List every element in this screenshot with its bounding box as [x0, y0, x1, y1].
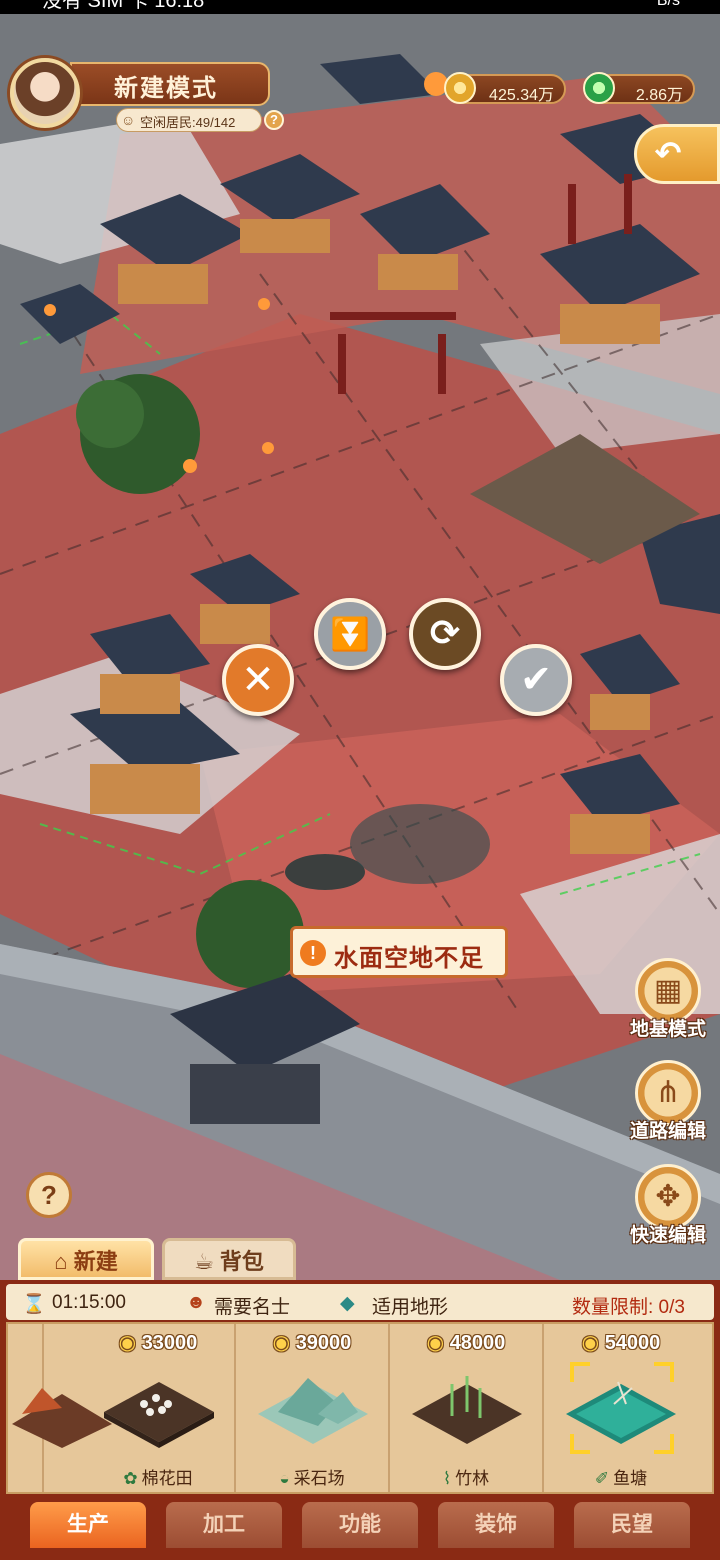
residents-help-button[interactable]: ? [264, 110, 284, 130]
building-price: 48000 [449, 1332, 506, 1354]
coin-icon: ◉ [581, 1332, 600, 1354]
cotton-icon: ✿ [123, 1469, 138, 1488]
help-button[interactable]: ? [26, 1172, 72, 1218]
quick-edit-label: 快速编辑 [629, 1225, 706, 1246]
hourglass-icon: ⌛ [22, 1294, 46, 1315]
building-card-bamboo-forest[interactable]: ◉ 48000 ⌇ 竹林 [390, 1324, 544, 1492]
tab-processing[interactable]: 加工 [166, 1502, 282, 1548]
status-bar: 没有 SIM 卡 16:18 B/s [0, 0, 720, 14]
bamboo-forest-tile [412, 1376, 522, 1444]
building-price: 54000 [604, 1332, 661, 1354]
building-list: 000 场 ◉ 33000 ✿棉花田 ◉ 39000 ◒采石场 ◉ 48000 … [6, 1322, 714, 1494]
coin-icon: ◉ [118, 1332, 137, 1354]
mode-title: 新建模式 [114, 75, 218, 102]
quarry-tile [258, 1378, 368, 1444]
coin-value: 425.34万 [489, 87, 554, 104]
foundation-mode-button[interactable]: ▦ 地基模式 [626, 958, 710, 1041]
bamboo-icon: ⌇ [442, 1469, 452, 1488]
building-price: 33000 [141, 1332, 198, 1354]
tab-decoration[interactable]: 装饰 [438, 1502, 554, 1548]
cancel-placement-button[interactable]: ✕ [222, 644, 294, 716]
tab-new-label: 新建 [73, 1249, 118, 1274]
jade-value: 2.86万 [635, 87, 683, 104]
rotate-building-button[interactable]: ⟳ [409, 598, 481, 670]
jade-balance: 2.86万 [583, 72, 695, 104]
cotton-field-tile [104, 1382, 214, 1448]
status-carrier-time: 没有 SIM 卡 16:18 [42, 0, 205, 12]
requires-celebrity: 需要名士 [214, 1297, 291, 1318]
tab-function[interactable]: 功能 [302, 1502, 418, 1548]
building-card-quarry[interactable]: ◉ 39000 ◒ 采石场 [236, 1324, 390, 1492]
tab-bag-label: 背包 [219, 1249, 264, 1274]
warning-icon: ! [300, 940, 326, 966]
building-name: 鱼塘 [613, 1469, 648, 1488]
person-icon: ☻ [186, 1292, 206, 1313]
building-name: 采石场 [293, 1469, 345, 1488]
building-card[interactable]: 000 场 [8, 1324, 112, 1492]
store-building-button[interactable]: ⏬ [314, 598, 386, 670]
building-name: 竹林 [455, 1469, 490, 1488]
idle-residents-count: 空闲居民:49/142 [140, 115, 236, 130]
quantity-limit: 数量限制: 0/3 [572, 1297, 685, 1318]
tab-production[interactable]: 生产 [30, 1502, 146, 1548]
bag-icon: ☕ [194, 1249, 220, 1274]
road-edit-button[interactable]: ⋔ 道路编辑 [626, 1060, 710, 1143]
build-time: 01:15:00 [52, 1292, 126, 1313]
road-edit-label: 道路编辑 [629, 1121, 706, 1142]
coin-balance: 425.34万 [444, 72, 566, 104]
building-name: 棉花田 [141, 1469, 193, 1488]
confirm-placement-button[interactable]: ✔ [500, 644, 572, 716]
tab-new-build[interactable]: ⌂ 新建 [18, 1238, 154, 1280]
coin-icon: ◉ [426, 1332, 445, 1354]
building-info-bar: ⌛ 01:15:00 ☻ 需要名士 ◆ 适用地形 数量限制: 0/3 [6, 1284, 714, 1320]
building-card-fish-pond[interactable]: ◉ 54000 ✐ 鱼塘 [544, 1324, 698, 1492]
fish-pond-tile [566, 1381, 676, 1444]
building-price: 39000 [295, 1332, 352, 1354]
applicable-terrain[interactable]: 适用地形 [372, 1292, 448, 1319]
building-card-cotton-field[interactable]: ◉ 33000 ✿ 棉花田 [82, 1324, 236, 1492]
game-screen: 没有 SIM 卡 16:18 B/s 新建模式 ☺ 空闲居民:49/142 ? … [0, 0, 720, 1560]
back-button[interactable]: ↶ [634, 124, 720, 184]
tab-backpack[interactable]: ☕ 背包 [162, 1238, 296, 1280]
foundation-mode-label: 地基模式 [629, 1019, 706, 1040]
quick-edit-button[interactable]: ✥ 快速编辑 [626, 1164, 710, 1247]
player-avatar[interactable] [10, 58, 80, 128]
status-net-speed: B/s [656, 0, 680, 9]
jade-icon [583, 72, 615, 104]
fish-icon: ✐ [594, 1469, 610, 1488]
tab-reputation[interactable]: 民望 [574, 1502, 690, 1548]
coin-icon: ◉ [272, 1332, 291, 1354]
resident-icon: ☺ [121, 112, 136, 128]
stone-icon: ◒ [279, 1469, 290, 1488]
coin-icon [444, 72, 476, 104]
house-icon: ⌂ [54, 1249, 74, 1274]
warning-text: 水面空地不足 [334, 945, 484, 972]
terrain-icon: ◆ [340, 1293, 355, 1314]
